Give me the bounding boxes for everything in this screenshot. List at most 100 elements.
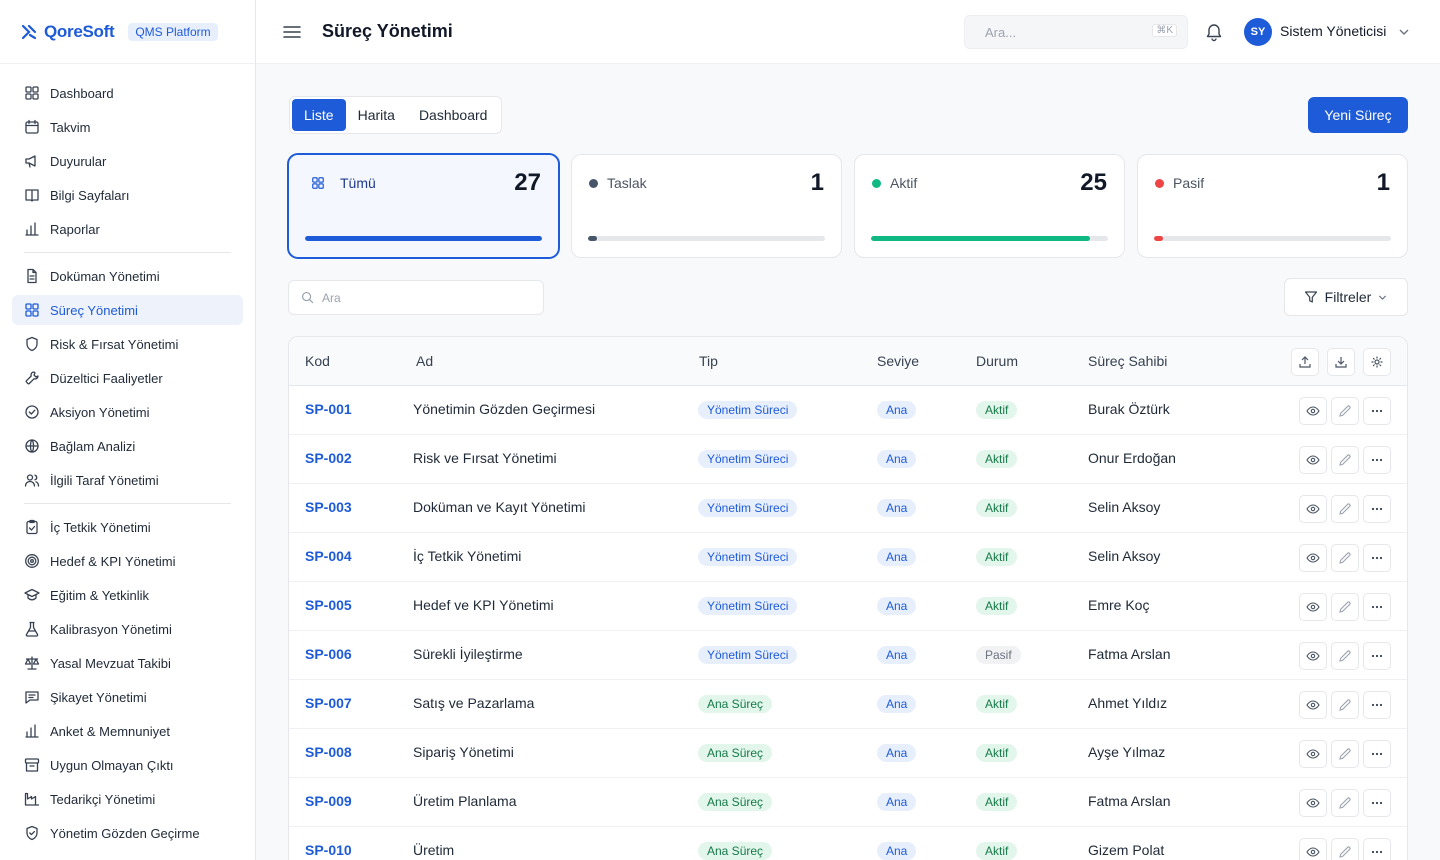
process-code-link[interactable]: SP-010 <box>305 842 352 858</box>
process-code-link[interactable]: SP-007 <box>305 695 352 711</box>
view-button[interactable] <box>1299 446 1327 474</box>
sidebar-item-kalibrasyon-yönetimi[interactable]: Kalibrasyon Yönetimi <box>12 614 243 644</box>
process-code-link[interactable]: SP-004 <box>305 548 352 564</box>
sidebar-item-doküman-yönetimi[interactable]: Doküman Yönetimi <box>12 261 243 291</box>
edit-button[interactable] <box>1331 740 1359 768</box>
tab-harita[interactable]: Harita <box>346 99 407 131</box>
sidebar-item-duyurular[interactable]: Duyurular <box>12 146 243 176</box>
stat-card-aktif[interactable]: Aktif 25 <box>854 154 1125 258</box>
sidebar-item-raporlar[interactable]: Raporlar <box>12 214 243 244</box>
more-button[interactable] <box>1363 495 1391 523</box>
sidebar-item-hedef-kpi-yönetimi[interactable]: Hedef & KPI Yönetimi <box>12 546 243 576</box>
upload-button[interactable] <box>1291 348 1319 376</box>
table-row[interactable]: SP-006 Sürekli İyileştirme Yönetim Süreci A… <box>289 631 1407 680</box>
column-header[interactable]: Ad <box>416 353 433 369</box>
view-button[interactable] <box>1299 838 1327 860</box>
avatar[interactable]: SY <box>1244 18 1272 46</box>
more-button[interactable] <box>1363 691 1391 719</box>
sidebar-item-şikayet-yönetimi[interactable]: Şikayet Yönetimi <box>12 682 243 712</box>
edit-button[interactable] <box>1331 397 1359 425</box>
more-button[interactable] <box>1363 789 1391 817</box>
chevron-down-icon[interactable] <box>1398 26 1410 38</box>
table-row[interactable]: SP-002 Risk ve Fırsat Yönetimi Yönetim Sür… <box>289 435 1407 484</box>
table-row[interactable]: SP-004 İç Tetkik Yönetimi Yönetim Süreci An… <box>289 533 1407 582</box>
table-row[interactable]: SP-007 Satış ve Pazarlama Ana Süreç Ana Akti… <box>289 680 1407 729</box>
sidebar-item-anket-memnuniyet[interactable]: Anket & Memnuniyet <box>12 716 243 746</box>
brand[interactable]: QoreSoft QMS Platform <box>0 0 255 64</box>
view-button[interactable] <box>1299 642 1327 670</box>
edit-button[interactable] <box>1331 838 1359 860</box>
sidebar-item-bilgi-sayfaları[interactable]: Bilgi Sayfaları <box>12 180 243 210</box>
view-button[interactable] <box>1299 789 1327 817</box>
stat-label-row: Tümü <box>311 175 376 191</box>
bell-icon[interactable] <box>1204 22 1224 42</box>
sidebar-item-i-ç-tetkik-yönetimi[interactable]: İç Tetkik Yönetimi <box>12 512 243 542</box>
more-button[interactable] <box>1363 740 1391 768</box>
filters-button[interactable]: Filtreler <box>1284 278 1408 316</box>
column-header[interactable]: Süreç Sahibi <box>1088 353 1167 369</box>
column-header[interactable]: Kod <box>305 353 330 369</box>
stat-card-tümü[interactable]: Tümü 27 <box>288 154 559 258</box>
more-button[interactable] <box>1363 397 1391 425</box>
global-search-input[interactable]: Ara... ⌘K <box>964 15 1188 49</box>
edit-button[interactable] <box>1331 691 1359 719</box>
menu-icon[interactable] <box>282 22 302 42</box>
view-button[interactable] <box>1299 691 1327 719</box>
table-row[interactable]: SP-001 Yönetimin Gözden Geçirmesi Yönetim … <box>289 386 1407 435</box>
sidebar-item-uygun-olmayan-çıktı[interactable]: Uygun Olmayan Çıktı <box>12 750 243 780</box>
sidebar-item-risk-fırsat-yönetimi[interactable]: Risk & Fırsat Yönetimi <box>12 329 243 359</box>
table-search-input[interactable]: Ara <box>288 280 544 315</box>
stat-progress-fill <box>1154 236 1164 241</box>
view-button[interactable] <box>1299 740 1327 768</box>
download-button[interactable] <box>1327 348 1355 376</box>
column-header[interactable]: Seviye <box>877 353 919 369</box>
user-name[interactable]: Sistem Yöneticisi <box>1280 23 1386 39</box>
edit-button[interactable] <box>1331 544 1359 572</box>
sidebar-item-dashboard[interactable]: Dashboard <box>12 78 243 108</box>
process-code-link[interactable]: SP-003 <box>305 499 352 515</box>
sidebar-item-süreç-yönetimi[interactable]: Süreç Yönetimi <box>12 295 243 325</box>
sidebar-item-i-lgili-taraf-yönetimi[interactable]: İlgili Taraf Yönetimi <box>12 465 243 495</box>
table-row[interactable]: SP-010 Üretim Ana Süreç Ana Aktif Gizem Polat <box>289 827 1407 860</box>
process-code-link[interactable]: SP-009 <box>305 793 352 809</box>
edit-button[interactable] <box>1331 446 1359 474</box>
table-settings-button[interactable] <box>1363 348 1391 376</box>
sidebar-item-yönetim-gözden-geçirme[interactable]: Yönetim Gözden Geçirme <box>12 818 243 848</box>
more-button[interactable] <box>1363 446 1391 474</box>
sidebar-item-yasal-mevzuat-takibi[interactable]: Yasal Mevzuat Takibi <box>12 648 243 678</box>
edit-button[interactable] <box>1331 495 1359 523</box>
process-code-link[interactable]: SP-005 <box>305 597 352 613</box>
sidebar-item-takvim[interactable]: Takvim <box>12 112 243 142</box>
view-button[interactable] <box>1299 544 1327 572</box>
process-code-link[interactable]: SP-006 <box>305 646 352 662</box>
view-button[interactable] <box>1299 593 1327 621</box>
edit-button[interactable] <box>1331 593 1359 621</box>
more-button[interactable] <box>1363 838 1391 860</box>
table-row[interactable]: SP-003 Doküman ve Kayıt Yönetimi Yönetim S… <box>289 484 1407 533</box>
stat-card-pasif[interactable]: Pasif 1 <box>1137 154 1408 258</box>
sidebar-item-aksiyon-yönetimi[interactable]: Aksiyon Yönetimi <box>12 397 243 427</box>
process-code-link[interactable]: SP-008 <box>305 744 352 760</box>
edit-button[interactable] <box>1331 789 1359 817</box>
view-button[interactable] <box>1299 397 1327 425</box>
more-button[interactable] <box>1363 642 1391 670</box>
column-header[interactable]: Durum <box>976 353 1018 369</box>
process-code-link[interactable]: SP-001 <box>305 401 352 417</box>
tab-dashboard[interactable]: Dashboard <box>407 99 500 131</box>
table-row[interactable]: SP-008 Sipariş Yönetimi Ana Süreç Ana Aktif A… <box>289 729 1407 778</box>
sidebar-item-tedarikçi-yönetimi[interactable]: Tedarikçi Yönetimi <box>12 784 243 814</box>
stat-card-taslak[interactable]: Taslak 1 <box>571 154 842 258</box>
sidebar-item-düzeltici-faaliyetler[interactable]: Düzeltici Faaliyetler <box>12 363 243 393</box>
new-process-button[interactable]: Yeni Süreç <box>1308 97 1408 133</box>
tab-liste[interactable]: Liste <box>292 99 346 131</box>
column-header[interactable]: Tip <box>699 353 718 369</box>
more-button[interactable] <box>1363 544 1391 572</box>
process-code-link[interactable]: SP-002 <box>305 450 352 466</box>
edit-button[interactable] <box>1331 642 1359 670</box>
sidebar-item-bağlam-analizi[interactable]: Bağlam Analizi <box>12 431 243 461</box>
more-button[interactable] <box>1363 593 1391 621</box>
sidebar-item-eğitim-yetkinlik[interactable]: Eğitim & Yetkinlik <box>12 580 243 610</box>
view-button[interactable] <box>1299 495 1327 523</box>
table-row[interactable]: SP-009 Üretim Planlama Ana Süreç Ana Aktif Fa… <box>289 778 1407 827</box>
table-row[interactable]: SP-005 Hedef ve KPI Yönetimi Yönetim Sürec… <box>289 582 1407 631</box>
